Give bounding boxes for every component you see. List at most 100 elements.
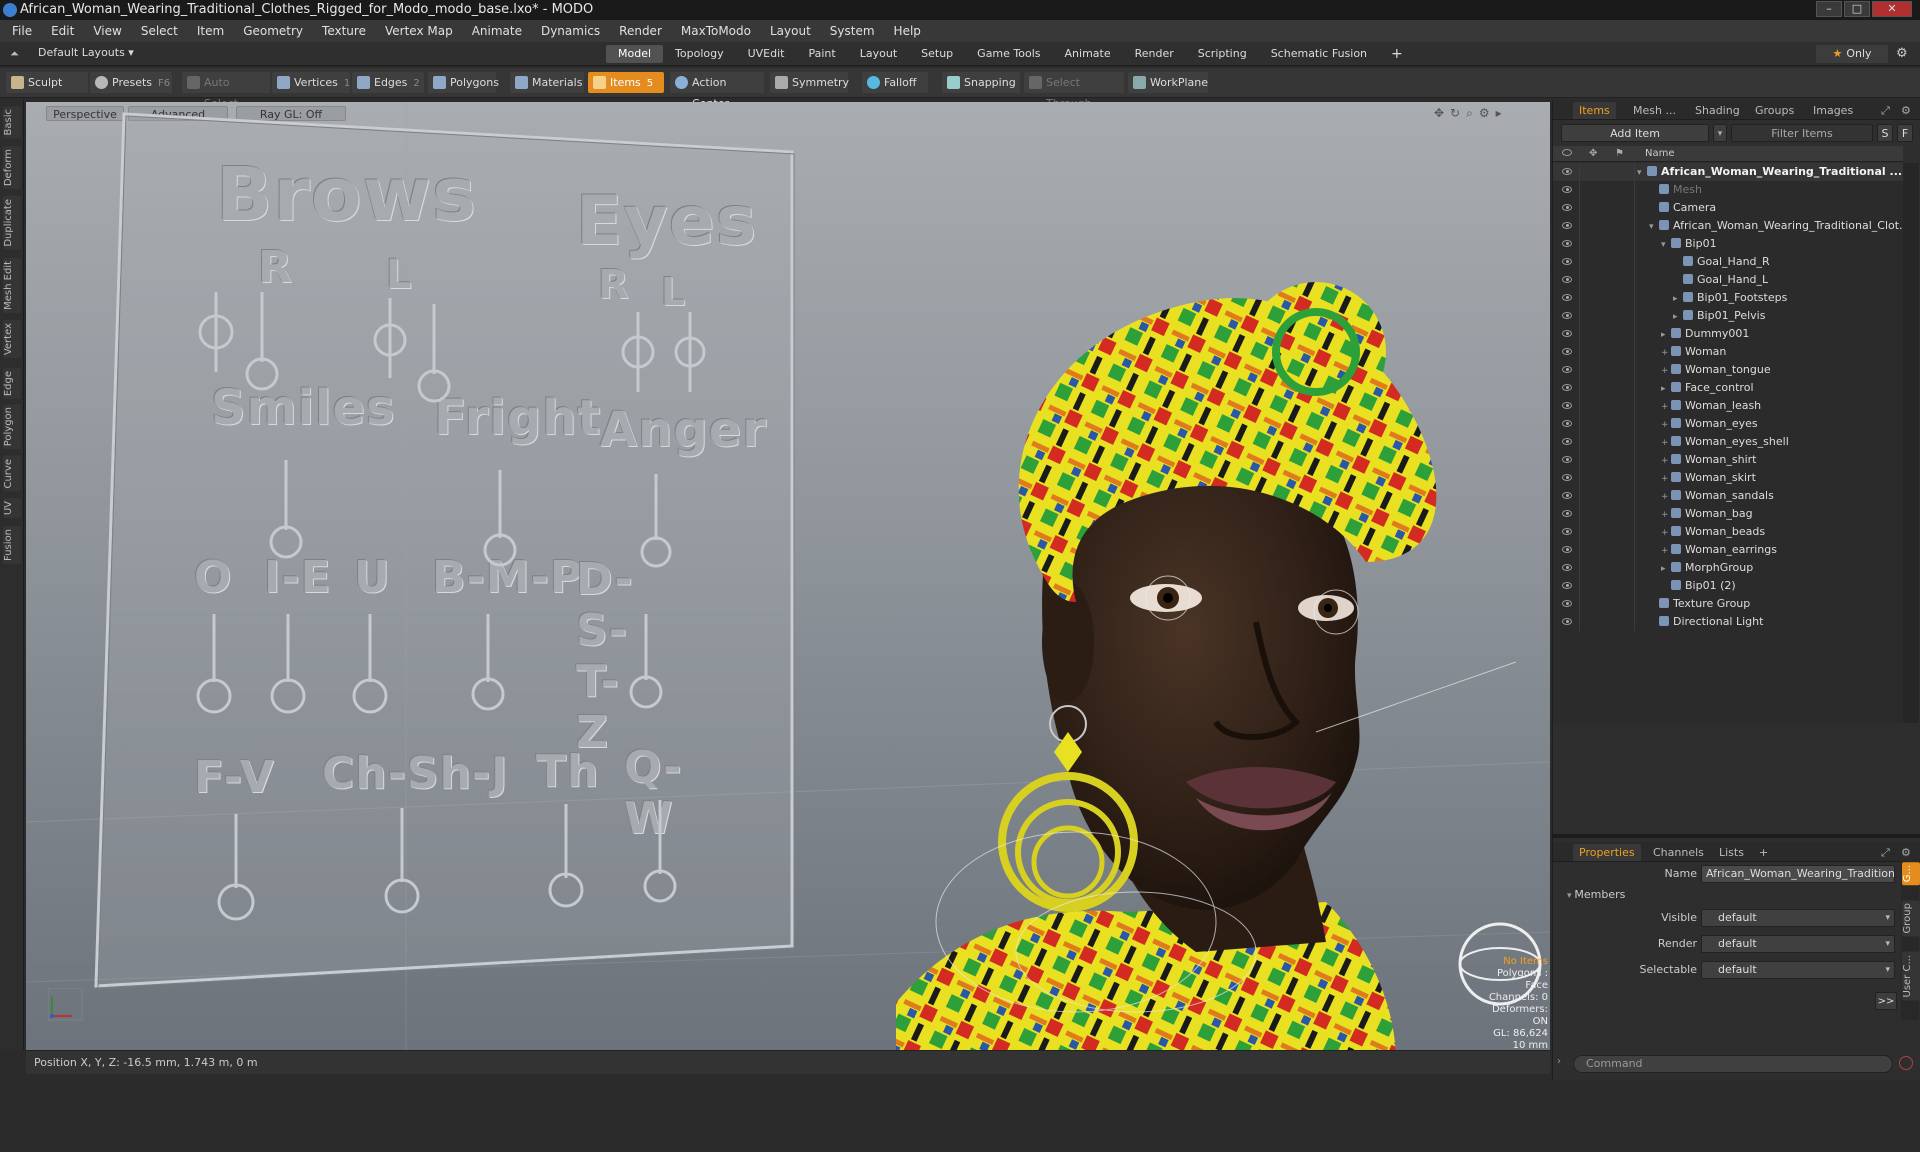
members-section[interactable]: ▾ Members [1567, 888, 1625, 901]
menu-texture[interactable]: Texture [322, 24, 366, 38]
menu-select[interactable]: Select [141, 24, 178, 38]
menu-layout[interactable]: Layout [770, 24, 811, 38]
polygons-button[interactable]: Polygons [428, 72, 499, 93]
eye-icon[interactable] [1562, 420, 1572, 427]
tree-row[interactable]: ▾ African_Woman_Wearing_Traditional ... [1553, 163, 1903, 181]
menu-render[interactable]: Render [619, 24, 662, 38]
vtab-curve[interactable]: Curve [3, 456, 21, 492]
expand-toggle-icon[interactable]: + [1661, 470, 1671, 487]
add-tab-button[interactable]: + [1379, 45, 1415, 63]
tree-row[interactable]: + Woman [1553, 343, 1903, 361]
menu-file[interactable]: File [12, 24, 32, 38]
falloff-button[interactable]: Falloff [862, 72, 928, 93]
items-button[interactable]: Items 5 [588, 72, 664, 93]
vtab-polygon[interactable]: Polygon [3, 404, 21, 450]
symmetry-button[interactable]: Symmetry [770, 72, 849, 93]
eye-icon[interactable] [1562, 528, 1572, 535]
expand-toggle-icon[interactable]: + [1661, 416, 1671, 433]
workplane-button[interactable]: WorkPlane [1128, 72, 1208, 93]
eye-icon[interactable] [1562, 330, 1572, 337]
tree-row[interactable]: + Woman_tongue [1553, 361, 1903, 379]
side-tab-group[interactable]: Group [1902, 900, 1920, 937]
tree-row[interactable]: ▸ MorphGroup [1553, 559, 1903, 577]
eye-icon[interactable] [1562, 600, 1572, 607]
vtab-fusion[interactable]: Fusion [3, 526, 21, 564]
tab-shading[interactable]: Shading [1689, 102, 1746, 119]
menu-geometry[interactable]: Geometry [243, 24, 303, 38]
expand-toggle-icon[interactable]: ▾ [1661, 236, 1671, 253]
tree-row[interactable]: ▸ Bip01_Pelvis [1553, 307, 1903, 325]
props-settings-icon[interactable]: ⚙ [1895, 844, 1917, 861]
eye-icon[interactable] [1562, 546, 1572, 553]
tab-paint[interactable]: Paint [797, 45, 848, 63]
tab-channels[interactable]: Channels [1647, 844, 1710, 861]
command-input[interactable]: Command [1573, 1055, 1893, 1073]
only-toggle[interactable]: ★ Only [1816, 45, 1888, 63]
visibility-col-icon[interactable] [1562, 149, 1572, 156]
layout-up-icon[interactable]: ⏶ [10, 47, 19, 61]
eye-icon[interactable] [1562, 456, 1572, 463]
filter-items-input[interactable]: Filter Items [1731, 124, 1873, 142]
tree-row[interactable]: ▾ Bip01 [1553, 235, 1903, 253]
3d-viewport[interactable]: Perspective Advanced Ray GL: Off ✥↻⌕⚙▸ B… [26, 102, 1550, 1050]
tab-model[interactable]: Model [606, 45, 664, 63]
side-tab-user[interactable]: User C... [1902, 952, 1920, 1001]
presets-button[interactable]: Presets F6 [90, 72, 172, 93]
lock-col-icon[interactable]: ✥ [1589, 146, 1597, 162]
vertices-button[interactable]: Vertices 1 [272, 72, 350, 93]
edges-button[interactable]: Edges 2 [352, 72, 424, 93]
tree-row[interactable]: + Woman_eyes_shell [1553, 433, 1903, 451]
tree-row[interactable]: Mesh [1553, 181, 1903, 199]
selectable-dropdown[interactable]: default ▾ [1701, 961, 1895, 979]
expand-toggle-icon[interactable]: ▸ [1661, 380, 1671, 397]
vtab-duplicate[interactable]: Duplicate [3, 196, 21, 250]
eye-icon[interactable] [1562, 222, 1572, 229]
layout-selector[interactable]: Default Layouts ▾ [38, 46, 134, 59]
tree-row[interactable]: Texture Group [1553, 595, 1903, 613]
panel-splitter[interactable] [1553, 834, 1920, 838]
eye-icon[interactable] [1562, 186, 1572, 193]
eye-icon[interactable] [1562, 384, 1572, 391]
vtab-uv[interactable]: UV [3, 498, 21, 519]
expand-toggle-icon[interactable]: ▸ [1661, 560, 1671, 577]
name-column-header[interactable]: Name [1645, 146, 1675, 162]
menu-animate[interactable]: Animate [472, 24, 522, 38]
tree-row[interactable]: + Woman_shirt [1553, 451, 1903, 469]
filter-s-button[interactable]: S [1877, 124, 1893, 142]
tree-row[interactable]: + Woman_beads [1553, 523, 1903, 541]
eye-icon[interactable] [1562, 348, 1572, 355]
tree-row[interactable]: Bip01 (2) [1553, 577, 1903, 595]
more-button[interactable]: >> [1875, 992, 1897, 1010]
expand-toggle-icon[interactable]: + [1661, 452, 1671, 469]
tab-layout[interactable]: Layout [848, 45, 909, 63]
eye-icon[interactable] [1562, 402, 1572, 409]
tab-items[interactable]: Items [1573, 102, 1616, 119]
tab-game-tools[interactable]: Game Tools [965, 45, 1052, 63]
command-stop-icon[interactable] [1899, 1056, 1913, 1070]
eye-icon[interactable] [1562, 510, 1572, 517]
props-expand-icon[interactable]: ⤢ [1875, 844, 1896, 861]
render-col-icon[interactable]: ⚑ [1615, 146, 1624, 162]
snapping-button[interactable]: Snapping [942, 72, 1020, 93]
woman-head-model[interactable] [896, 262, 1516, 1050]
eye-icon[interactable] [1562, 474, 1572, 481]
tree-row[interactable]: + Woman_bag [1553, 505, 1903, 523]
expand-toggle-icon[interactable]: ▸ [1673, 308, 1683, 325]
eye-icon[interactable] [1562, 276, 1572, 283]
eye-icon[interactable] [1562, 438, 1572, 445]
vtab-mesh-edit[interactable]: Mesh Edit [3, 258, 21, 313]
panel-settings-icon[interactable]: ⚙ [1895, 102, 1917, 119]
vtab-deform[interactable]: Deform [3, 146, 21, 190]
add-item-button[interactable]: Add Item [1561, 124, 1709, 142]
vtab-vertex[interactable]: Vertex [3, 320, 21, 359]
eye-icon[interactable] [1562, 312, 1572, 319]
menu-maxtomodo[interactable]: MaxToModo [681, 24, 751, 38]
eye-icon[interactable] [1562, 564, 1572, 571]
expand-toggle-icon[interactable]: + [1661, 524, 1671, 541]
tree-row[interactable]: Camera [1553, 199, 1903, 217]
select-through-button[interactable]: Select Through [1024, 72, 1124, 110]
eye-icon[interactable] [1562, 366, 1572, 373]
expand-toggle-icon[interactable]: ▸ [1673, 290, 1683, 307]
add-item-dropdown-icon[interactable]: ▾ [1713, 124, 1727, 142]
tree-row[interactable]: ▸ Dummy001 [1553, 325, 1903, 343]
